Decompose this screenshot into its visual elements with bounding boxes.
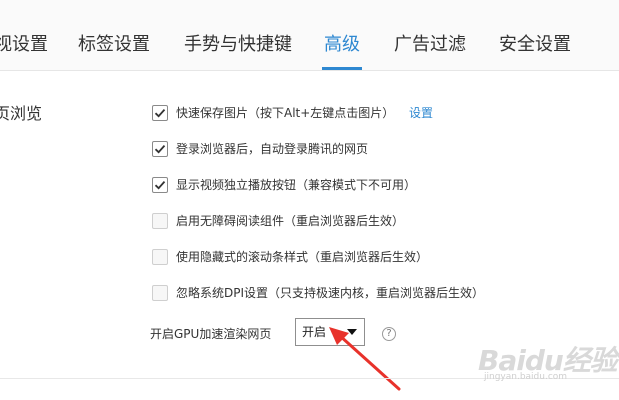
settings-link[interactable]: 设置: [409, 104, 433, 122]
red-annotation-arrow: [329, 327, 401, 391]
option-label: 显示视频独立播放按钮（兼容模式下不可用）: [176, 178, 417, 192]
checkbox-hidden-scrollbar[interactable]: [152, 249, 168, 265]
active-tab-underline: [322, 67, 362, 70]
section-title: 页浏览: [0, 104, 43, 123]
check-icon: [154, 109, 166, 118]
check-icon: [154, 181, 166, 190]
tab-view-settings[interactable]: 视设置: [0, 33, 48, 57]
checkbox-ignore-dpi[interactable]: [152, 285, 168, 301]
checkbox-video-play-button[interactable]: [152, 177, 168, 193]
gpu-acceleration-label: 开启GPU加速渲染网页: [150, 327, 272, 341]
tab-advanced[interactable]: 高级: [324, 33, 360, 57]
option-label: 登录浏览器后，自动登录腾讯的网页: [176, 142, 369, 156]
tab-ad-filter[interactable]: 广告过滤: [394, 33, 466, 57]
checkbox-accessibility-reader[interactable]: [152, 213, 168, 229]
checkbox-quick-save-image[interactable]: [152, 105, 168, 121]
tab-security-settings[interactable]: 安全设置: [499, 33, 571, 57]
baidu-jingyan-watermark: Baidu经验 jingyan.baidu.com: [476, 337, 618, 385]
select-value: 开启: [302, 325, 327, 339]
option-label: 忽略系统DPI设置（只支持极速内核，重启浏览器后生效）: [176, 286, 485, 300]
option-label: 启用无障碍阅读组件（重启浏览器后生效）: [176, 214, 405, 228]
settings-tab-bar: 视设置 标签设置 手势与快捷键 高级 广告过滤 安全设置: [0, 0, 619, 71]
tab-tab-settings[interactable]: 标签设置: [78, 33, 150, 57]
option-label: 快速保存图片（按下Alt+左键点击图片）: [176, 106, 395, 120]
option-label: 使用隐藏式的滚动条样式（重启浏览器后生效）: [176, 250, 429, 264]
check-icon: [154, 145, 166, 154]
tab-gestures-shortcuts[interactable]: 手势与快捷键: [184, 33, 292, 57]
watermark-url: jingyan.baidu.com: [484, 372, 568, 382]
checkbox-auto-login[interactable]: [152, 141, 168, 157]
